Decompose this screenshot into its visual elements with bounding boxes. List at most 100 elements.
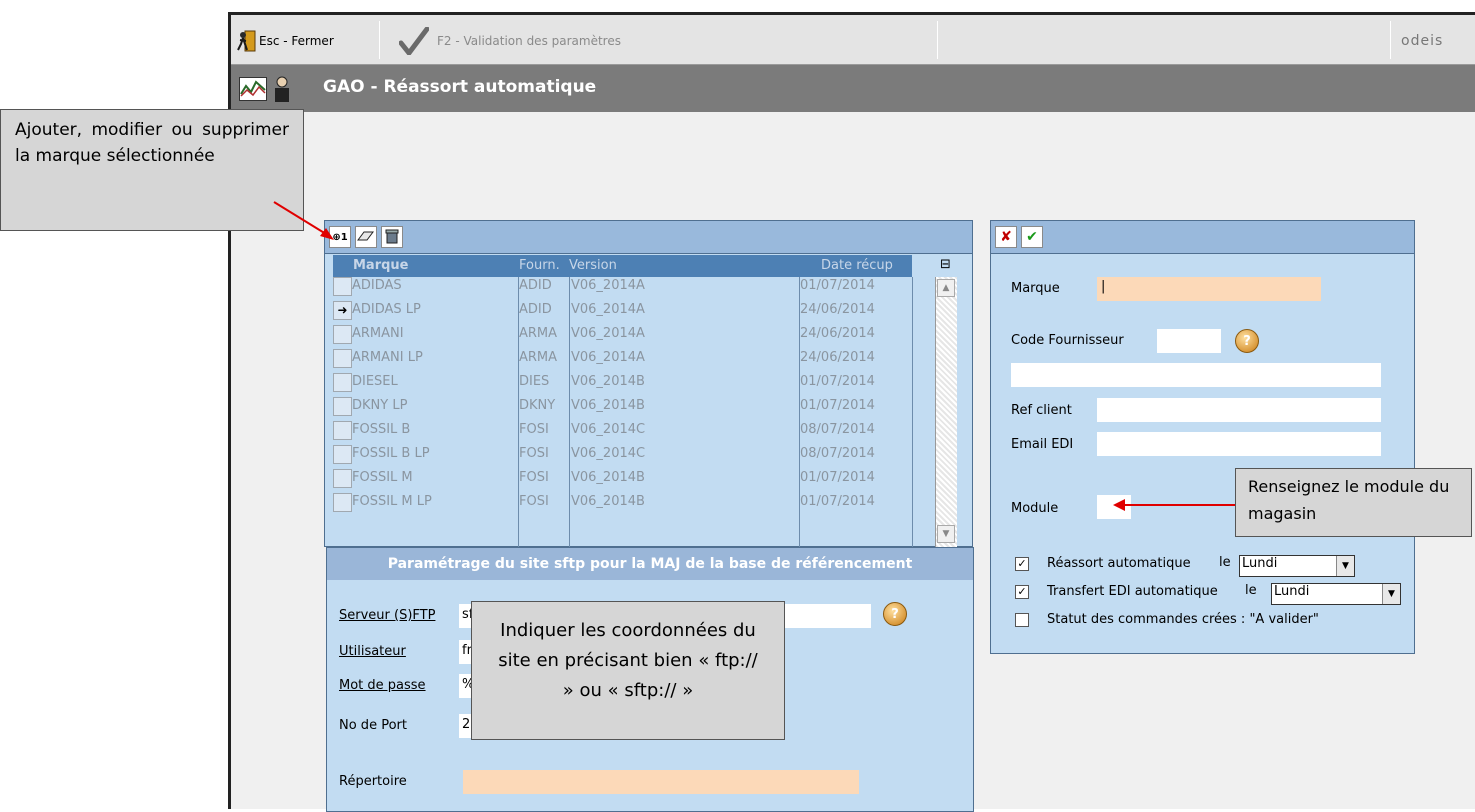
transfert-label: Transfert EDI automatique [1047, 584, 1218, 599]
reassort-day-select[interactable]: Lundi ▼ [1239, 555, 1355, 577]
table-cell: FOSSIL M [352, 470, 413, 485]
person-icon [271, 75, 293, 103]
table-cell: FOSI [519, 494, 549, 509]
column-divider [912, 277, 913, 547]
chart-icon [239, 77, 267, 101]
brand-actions-callout: Ajouter, modifier ou supprimer la marque… [0, 109, 304, 231]
table-row[interactable]: DKNY LP DKNY V06_2014B 01/07/2014 [325, 397, 912, 416]
table-row[interactable]: FOSSIL B LP FOSI V06_2014C 08/07/2014 [325, 445, 912, 464]
statut-checkbox[interactable] [1015, 613, 1029, 627]
table-row[interactable]: DIESEL DIES V06_2014B 01/07/2014 [325, 373, 912, 392]
user-label: Utilisateur [339, 644, 406, 659]
table-row[interactable]: ➜ ADIDAS LP ADID V06_2014A 24/06/2014 [325, 301, 912, 320]
transfert-day-select[interactable]: Lundi ▼ [1271, 583, 1401, 605]
eraser-icon [357, 229, 375, 246]
row-selector[interactable] [333, 445, 352, 464]
table-row[interactable]: FOSSIL B FOSI V06_2014C 08/07/2014 [325, 421, 912, 440]
table-row[interactable]: FOSSIL M FOSI V06_2014B 01/07/2014 [325, 469, 912, 488]
row-selector[interactable]: ➜ [333, 301, 352, 320]
code-fournisseur-input[interactable] [1157, 329, 1221, 353]
table-cell: V06_2014A [571, 278, 645, 293]
table-cell: V06_2014B [571, 470, 645, 485]
brand-detail-panel: ✘ ✔ Marque | Code Fournisseur ? Ref clie… [990, 220, 1415, 654]
column-chooser[interactable]: ⊟ [912, 255, 951, 277]
edit-brand-button[interactable] [355, 226, 377, 248]
row-selector[interactable] [333, 277, 352, 296]
row-selector[interactable] [333, 493, 352, 512]
column-header-marque[interactable]: Marque [353, 258, 409, 273]
table-cell: FOSSIL B LP [352, 446, 430, 461]
close-button-label: Esc - Fermer [259, 34, 334, 48]
row-selector[interactable] [333, 349, 352, 368]
reassort-checkbox[interactable]: ✓ [1015, 557, 1029, 571]
title-bar: GAO - Réassort automatique [231, 65, 1475, 112]
row-selector[interactable] [333, 325, 352, 344]
marque-input[interactable]: | [1097, 277, 1321, 301]
column-header-version[interactable]: Version [569, 258, 617, 273]
directory-input[interactable] [463, 770, 859, 794]
table-cell: 01/07/2014 [800, 398, 875, 413]
toolbar-separator [1390, 21, 1391, 59]
trash-icon [384, 228, 400, 247]
application-window: Esc - Fermer F2 - Validation des paramèt… [228, 12, 1475, 812]
validate-button[interactable]: F2 - Validation des paramètres [398, 25, 621, 58]
row-selector[interactable] [333, 373, 352, 392]
table-row[interactable]: ARMANI LP ARMA V06_2014A 24/06/2014 [325, 349, 912, 368]
column-chooser-icon: ⊟ [940, 257, 951, 272]
table-row[interactable]: ADIDAS ADID V06_2014A 01/07/2014 [325, 277, 912, 296]
checkmark-icon [398, 26, 430, 58]
chevron-down-icon: ▼ [1382, 584, 1400, 604]
table-row[interactable]: ARMANI ARMA V06_2014A 24/06/2014 [325, 325, 912, 344]
table-cell: DKNY [519, 398, 556, 413]
table-row[interactable]: FOSSIL M LP FOSI V06_2014B 01/07/2014 [325, 493, 912, 512]
transfert-le-label: le [1245, 583, 1257, 598]
password-label: Mot de passe [339, 678, 426, 693]
table-cell: 24/06/2014 [800, 350, 875, 365]
cancel-button[interactable]: ✘ [995, 226, 1017, 248]
help-icon[interactable]: ? [1235, 329, 1259, 353]
save-button[interactable]: ✔ [1021, 226, 1043, 248]
reassort-day-value: Lundi [1242, 556, 1278, 571]
table-cell: 01/07/2014 [800, 470, 875, 485]
scroll-up-button[interactable]: ▲ [937, 279, 955, 297]
row-selector[interactable] [333, 397, 352, 416]
statut-label: Statut des commandes crées : "A valider" [1047, 612, 1319, 627]
module-label: Module [1011, 501, 1059, 516]
brand-list-panel: ⊕1 Marque Fourn. Version Date récup ⊟ AD… [324, 220, 973, 547]
table-cell: 01/07/2014 [800, 374, 875, 389]
grid-scrollbar[interactable]: ▲ ▼ [935, 277, 957, 547]
email-edi-label: Email EDI [1011, 437, 1074, 452]
delete-brand-button[interactable] [381, 226, 403, 248]
scroll-down-button[interactable]: ▼ [937, 525, 955, 543]
table-cell: 01/07/2014 [800, 494, 875, 509]
row-selector[interactable] [333, 469, 352, 488]
column-header-fourn[interactable]: Fourn. [519, 258, 560, 273]
odeis-logo: odeis [1401, 33, 1444, 49]
code-fournisseur-label: Code Fournisseur [1011, 333, 1124, 348]
row-selector[interactable] [333, 421, 352, 440]
reassort-label: Réassort automatique [1047, 556, 1191, 571]
close-button[interactable]: Esc - Fermer [237, 25, 334, 57]
table-cell: ARMA [519, 326, 558, 341]
table-cell: ARMANI [352, 326, 404, 341]
table-cell: DIES [519, 374, 550, 389]
table-cell: V06_2014B [571, 494, 645, 509]
table-cell: ADID [519, 278, 552, 293]
directory-label: Répertoire [339, 774, 407, 789]
email-edi-input[interactable] [1097, 432, 1381, 456]
help-icon[interactable]: ? [883, 602, 907, 626]
transfert-checkbox[interactable]: ✓ [1015, 585, 1029, 599]
column-divider [518, 277, 519, 547]
port-label: No de Port [339, 718, 407, 733]
table-cell: 08/07/2014 [800, 422, 875, 437]
table-cell: DKNY LP [352, 398, 408, 413]
ref-client-label: Ref client [1011, 403, 1072, 418]
table-cell: FOSI [519, 422, 549, 437]
table-cell: FOSSIL B [352, 422, 411, 437]
column-header-date[interactable]: Date récup [821, 258, 893, 273]
table-cell: ARMANI LP [352, 350, 423, 365]
table-cell: V06_2014C [571, 422, 646, 437]
ref-client-input[interactable] [1097, 398, 1381, 422]
server-label: Serveur (S)FTP [339, 608, 436, 623]
table-cell: ARMA [519, 350, 558, 365]
